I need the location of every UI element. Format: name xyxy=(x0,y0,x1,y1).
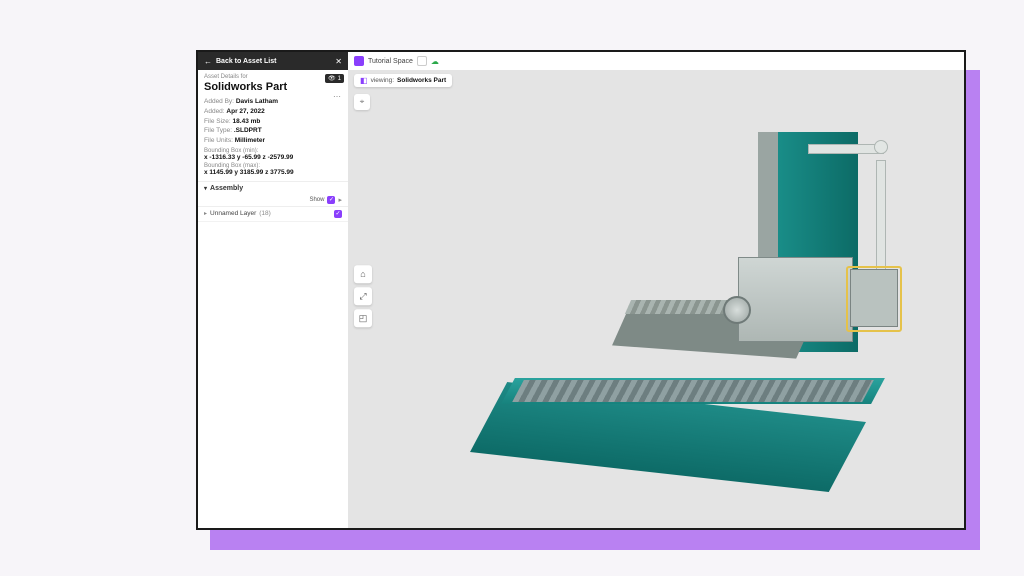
asset-metadata: Added By: Davis Latham Added: Apr 27, 20… xyxy=(198,95,348,178)
show-checkbox[interactable]: ✓ xyxy=(327,196,335,204)
home-view-button[interactable]: ⌂ xyxy=(354,265,372,283)
eye-icon: 👁 xyxy=(328,75,336,82)
app-window: ← Back to Asset List ✕ Asset Details for… xyxy=(196,50,966,530)
location-pin-button[interactable]: ⌖ xyxy=(354,94,370,110)
layer-visibility-checkbox[interactable]: ✓ xyxy=(334,210,342,218)
breadcrumb-box-icon[interactable] xyxy=(417,56,427,66)
asset-title: Solidworks Part xyxy=(204,81,342,93)
view-count-badge: 👁 1 xyxy=(325,74,344,83)
caret-right-icon: ▸ xyxy=(204,210,207,217)
show-toggle-row: Show ✓ ▸ xyxy=(198,195,348,207)
assembly-section-header[interactable]: ▾ Assembly xyxy=(198,181,348,195)
asset-detail-sidebar: ← Back to Asset List ✕ Asset Details for… xyxy=(198,52,348,528)
viewing-chip[interactable]: ◧ viewing: Solidworks Part xyxy=(354,74,452,87)
viewport-toolbar: ⌂ ⤢ ◰ xyxy=(354,265,372,327)
caret-down-icon: ▾ xyxy=(204,185,207,192)
sidebar-header: ← Back to Asset List ✕ xyxy=(198,52,348,70)
layer-row[interactable]: ▸ Unnamed Layer (18) ✓ xyxy=(198,207,348,222)
cloud-sync-icon[interactable]: ☁ xyxy=(431,57,439,66)
expand-icon[interactable]: ▸ xyxy=(338,196,342,204)
cube-icon: ◧ xyxy=(360,76,368,85)
fit-view-button[interactable]: ⤢ xyxy=(354,287,372,305)
3d-viewport[interactable]: Tutorial Space ☁ ◧ viewing: Solidworks P… xyxy=(348,52,964,528)
back-label[interactable]: Back to Asset List xyxy=(216,58,331,65)
space-icon[interactable] xyxy=(354,56,364,66)
more-menu-icon[interactable]: ⋯ xyxy=(333,92,342,101)
cube-view-button[interactable]: ◰ xyxy=(354,309,372,327)
details-for-label: Asset Details for xyxy=(204,74,342,80)
back-arrow-icon[interactable]: ← xyxy=(204,57,212,66)
breadcrumb-bar: Tutorial Space ☁ xyxy=(348,52,964,70)
close-icon[interactable]: ✕ xyxy=(335,57,342,66)
breadcrumb-space[interactable]: Tutorial Space xyxy=(368,58,413,65)
3d-model-render xyxy=(478,112,938,492)
